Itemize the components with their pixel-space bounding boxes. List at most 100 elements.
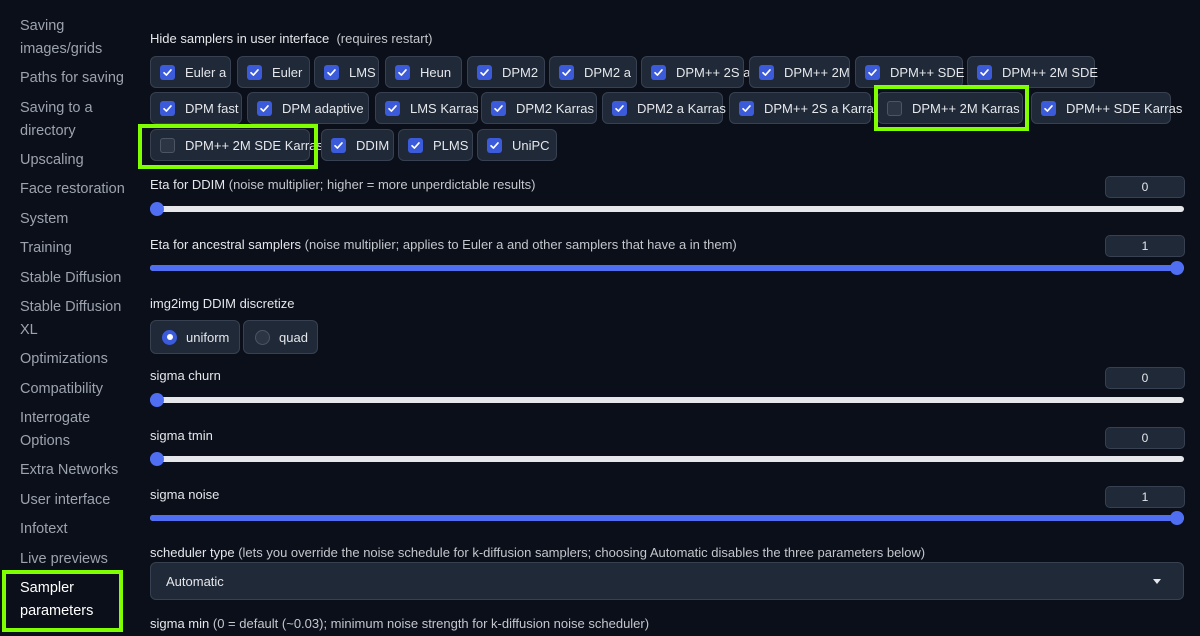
radio-uniform[interactable]: uniform (150, 320, 240, 354)
radio-quad[interactable]: quad (243, 320, 318, 354)
checkbox-checked-icon[interactable] (739, 100, 754, 116)
sampler-checkbox-dpm2[interactable]: DPM2 (467, 56, 545, 88)
checkbox-checked-icon[interactable] (559, 64, 574, 80)
sampler-checkbox-label: DPM++ 2M (784, 64, 850, 80)
eta-ancestral-label: Eta for ancestral samplers (noise multip… (150, 237, 737, 252)
sidebar-item-saving-to-directory[interactable]: Saving to a directory (20, 97, 128, 142)
sampler-checkbox-dpm-adaptive[interactable]: DPM adaptive (247, 92, 369, 124)
sidebar-item-compatibility[interactable]: Compatibility (20, 378, 128, 401)
eta-ddim-slider[interactable] (150, 202, 1184, 216)
sidebar-item-extra-networks[interactable]: Extra Networks (20, 459, 128, 482)
sampler-checkbox-euler[interactable]: Euler (237, 56, 310, 88)
sampler-checkbox-dpmpp-sde[interactable]: DPM++ SDE (855, 56, 964, 88)
checkbox-checked-icon[interactable] (1041, 100, 1056, 116)
sampler-checkbox-euler-a[interactable]: Euler a (150, 56, 231, 88)
sidebar-item-stable-diffusion-xl[interactable]: Stable Diffusion XL (20, 296, 128, 341)
sampler-checkbox-dpmpp-2m[interactable]: DPM++ 2M (749, 56, 850, 88)
sigma-min-note: (0 = default (~0.03); minimum noise stre… (212, 616, 650, 631)
checkbox-checked-icon[interactable] (160, 100, 175, 116)
sampler-checkbox-lms-karras[interactable]: LMS Karras (375, 92, 479, 124)
sidebar-item-stable-diffusion[interactable]: Stable Diffusion (20, 267, 128, 290)
sampler-checkbox-heun[interactable]: Heun (385, 56, 462, 88)
eta-ddim-number-input[interactable]: 0 (1105, 176, 1185, 198)
sigma-noise-slider[interactable] (150, 511, 1184, 525)
checkbox-checked-icon[interactable] (977, 64, 992, 80)
checkbox-checked-icon[interactable] (331, 137, 346, 153)
sampler-checkbox-dpm-fast[interactable]: DPM fast (150, 92, 242, 124)
sigma-noise-label: sigma noise (150, 487, 220, 502)
sidebar-item-interrogate-options[interactable]: Interrogate Options (20, 407, 128, 452)
checkbox-unchecked-icon[interactable] (887, 100, 902, 116)
checkbox-checked-icon[interactable] (385, 100, 400, 116)
checkbox-checked-icon[interactable] (491, 100, 506, 116)
eta-ancestral-number-input[interactable]: 1 (1105, 235, 1185, 257)
checkbox-unchecked-icon[interactable] (160, 137, 175, 153)
sampler-checkbox-label: DPM++ 2S a (676, 64, 751, 80)
sampler-checkbox-ddim[interactable]: DDIM (321, 129, 394, 161)
sampler-checkbox-dpm2-a-karras[interactable]: DPM2 a Karras (602, 92, 726, 124)
checkbox-checked-icon[interactable] (651, 64, 666, 80)
sidebar-item-system[interactable]: System (20, 208, 128, 231)
checkbox-checked-icon[interactable] (487, 137, 502, 153)
sidebar-item-optimizations[interactable]: Optimizations (20, 348, 128, 371)
checkbox-checked-icon[interactable] (408, 137, 423, 153)
sidebar-item-infotext[interactable]: Infotext (20, 518, 128, 541)
checkbox-checked-icon[interactable] (324, 64, 339, 80)
eta-ddim-slider-thumb[interactable] (150, 202, 164, 216)
sampler-checkbox-dpm2-karras[interactable]: DPM2 Karras (481, 92, 597, 124)
sampler-checkbox-label: DPM++ 2M Karras (912, 100, 1020, 116)
checkbox-checked-icon[interactable] (160, 64, 175, 80)
checkbox-checked-icon[interactable] (477, 64, 492, 80)
hide-samplers-label: Hide samplers in user interface (require… (150, 31, 433, 46)
sampler-checkbox-dpm2-a[interactable]: DPM2 a (549, 56, 637, 88)
sigma-churn-slider[interactable] (150, 393, 1184, 407)
sampler-checkbox-label: DPM fast (185, 100, 239, 116)
hide-samplers-note: (requires restart) (336, 31, 433, 46)
sampler-checkbox-lms[interactable]: LMS (314, 56, 379, 88)
sigma-noise-slider-thumb[interactable] (1170, 511, 1184, 525)
sidebar-item-sampler-parameters[interactable]: Sampler parameters (20, 577, 115, 622)
sigma-tmin-number-input[interactable]: 0 (1105, 427, 1185, 449)
sampler-checkbox-dpmpp-2m-sde-karras[interactable]: DPM++ 2M SDE Karras (150, 129, 323, 161)
sidebar-item-face-restoration[interactable]: Face restoration (20, 178, 128, 201)
sigma-noise-number-input[interactable]: 1 (1105, 486, 1185, 508)
sampler-checkbox-plms[interactable]: PLMS (398, 129, 473, 161)
checkbox-checked-icon[interactable] (257, 100, 272, 116)
checkbox-checked-icon[interactable] (395, 64, 410, 80)
checkbox-checked-icon[interactable] (612, 100, 627, 116)
scheduler-type-label: scheduler type (lets you override the no… (150, 545, 925, 560)
sampler-checkbox-label: PLMS (433, 137, 469, 153)
radio-quad-indicator[interactable] (255, 329, 270, 345)
sampler-checkbox-dpmpp-2m-sde[interactable]: DPM++ 2M SDE (967, 56, 1098, 88)
sampler-checkbox-label: DPM2 a (584, 64, 631, 80)
sidebar-item-user-interface[interactable]: User interface (20, 489, 128, 512)
checkbox-checked-icon[interactable] (247, 64, 262, 80)
sampler-checkbox-unipc[interactable]: UniPC (477, 129, 557, 161)
radio-uniform-indicator[interactable] (162, 329, 177, 345)
eta-ancestral-title: Eta for ancestral samplers (150, 237, 302, 252)
checkbox-checked-icon[interactable] (759, 64, 774, 80)
sidebar-item-training[interactable]: Training (20, 237, 128, 260)
sampler-checkbox-dpmpp-2s-a[interactable]: DPM++ 2S a (641, 56, 750, 88)
sampler-checkbox-dpmpp-2s-a-karras[interactable]: DPM++ 2S a Karras (729, 92, 880, 124)
sidebar-item-saving-images-grids[interactable]: Saving images/grids (20, 15, 128, 60)
sigma-tmin-slider[interactable] (150, 452, 1184, 466)
sampler-checkbox-label: DPM++ SDE Karras (1066, 100, 1183, 116)
sigma-churn-number-input[interactable]: 0 (1105, 367, 1185, 389)
sigma-churn-slider-thumb[interactable] (150, 393, 164, 407)
checkbox-checked-icon[interactable] (865, 64, 880, 80)
sidebar-item-live-previews[interactable]: Live previews (20, 548, 128, 571)
chevron-down-icon[interactable] (1153, 579, 1161, 584)
sampler-checkbox-dpmpp-sde-karras[interactable]: DPM++ SDE Karras (1031, 92, 1182, 124)
scheduler-type-value: Automatic (166, 573, 224, 589)
sidebar-item-paths-for-saving[interactable]: Paths for saving (20, 67, 128, 90)
scheduler-type-title: scheduler type (150, 545, 235, 560)
eta-ancestral-slider-thumb[interactable] (1170, 261, 1184, 275)
eta-ancestral-slider[interactable] (150, 261, 1184, 275)
sigma-tmin-slider-thumb[interactable] (150, 452, 164, 466)
eta-ddim-title: Eta for DDIM (150, 177, 226, 192)
sidebar-item-upscaling[interactable]: Upscaling (20, 149, 128, 172)
scheduler-type-dropdown[interactable]: Automatic (150, 562, 1184, 600)
sampler-checkbox-dpmpp-2m-karras[interactable]: DPM++ 2M Karras (877, 92, 1023, 124)
eta-ddim-label: Eta for DDIM (noise multiplier; higher =… (150, 177, 535, 192)
